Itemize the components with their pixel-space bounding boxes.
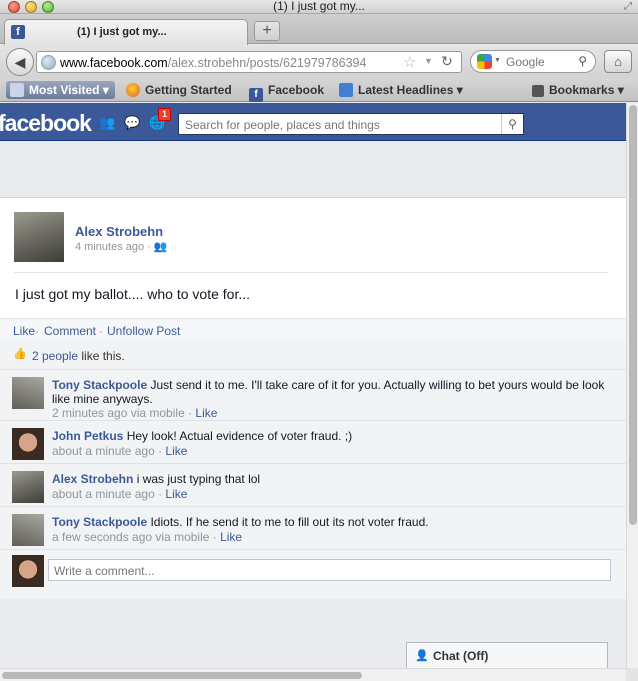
bookmark-getting-started[interactable]: Getting Started [126,81,232,99]
comment-author[interactable]: Tony Stackpoole [52,378,147,392]
friend-requests-icon[interactable]: 👥 [99,115,115,130]
comment-meta: a few seconds ago via mobile · Like [52,530,243,544]
bookmark-most-visited[interactable]: Most Visited ▾ [6,81,115,99]
comment-item: Alex Strobehn i was just typing that lol… [0,465,626,507]
url-path: /alex.strobehn/posts/621979786394 [167,56,367,70]
post-card: Alex Strobehn 4 minutes ago · 👥 I just g… [0,197,626,599]
comment-like-link[interactable]: Like [165,444,187,458]
navigation-bar: ◀ www.facebook.com/alex.strobehn/posts/6… [0,45,638,78]
tab-strip: f (1) I just got my... + [0,14,638,45]
google-icon[interactable] [477,54,492,69]
comment-like-link[interactable]: Like [220,530,242,544]
comment-text: i was just typing that lol [133,472,261,486]
comment-link[interactable]: Comment [44,324,96,338]
comment-author[interactable]: Alex Strobehn [52,472,133,486]
back-button[interactable]: ◀ [6,48,34,76]
facebook-icon: f [249,88,263,102]
url-domain: www.facebook.com [60,56,168,70]
bookmarks-menu[interactable]: Bookmarks ▾ [532,81,624,99]
thumbs-up-icon: 👍 [13,348,27,360]
bookmark-latest-headlines[interactable]: Latest Headlines ▾ [339,81,463,99]
rss-icon [339,83,353,97]
bookmark-facebook[interactable]: f Facebook [249,81,324,102]
bookmarks-toolbar: Most Visited ▾ Getting Started f Facebook… [0,78,638,102]
comment-author[interactable]: Tony Stackpoole [52,515,147,529]
likers-link[interactable]: 2 people [32,349,78,363]
url-bar[interactable]: www.facebook.com/alex.strobehn/posts/621… [36,51,462,73]
current-user-avatar [12,555,44,587]
reload-icon[interactable]: ↻ [441,53,453,70]
search-icon[interactable]: ⚲ [578,54,587,68]
horizontal-scroll-thumb[interactable] [2,672,362,679]
vertical-scrollbar[interactable] [626,103,638,668]
post-divider [14,272,608,273]
friends-audience-icon[interactable]: 👥 [154,241,168,253]
chat-bar[interactable]: 👤 Chat (Off) [406,642,608,668]
facebook-favicon-icon: f [11,25,25,39]
chat-status-icon: 👤 [415,650,429,662]
commenter-avatar[interactable] [12,377,44,409]
comment-body: John Petkus Hey look! Actual evidence of… [52,429,612,443]
comment-body: Alex Strobehn i was just typing that lol [52,472,612,486]
comments-section: 👍 2 people like this. Tony Stackpoole Ju… [0,340,626,599]
url-text[interactable]: www.facebook.com/alex.strobehn/posts/621… [60,56,400,70]
most-visited-icon [10,83,24,97]
window-title: (1) I just got my... [273,0,365,13]
tab-label: (1) I just got my... [77,26,167,38]
comment-text: Hey look! Actual evidence of voter fraud… [123,429,353,443]
bookmark-star-icon[interactable]: ☆ [403,53,416,71]
search-bar[interactable]: ▼ Google ⚲ [470,50,596,73]
window-titlebar: (1) I just got my... ⤢ [0,0,638,14]
commenter-avatar[interactable] [12,471,44,503]
messages-icon[interactable]: 💬 [124,115,140,130]
globe-icon [41,55,56,70]
new-tab-button[interactable]: + [254,21,280,41]
like-link[interactable]: Like [13,324,35,338]
likes-summary: 👍 2 people like this. [0,340,626,370]
comment-body: Tony Stackpoole Idiots. If he send it to… [52,515,612,529]
tab-active[interactable]: f (1) I just got my... [4,19,248,45]
chat-label: Chat (Off) [433,649,489,663]
post-author-name[interactable]: Alex Strobehn [75,224,163,239]
post-message: I just got my ballot.... who to vote for… [15,286,250,302]
bookmarks-icon [532,85,544,97]
comment-meta: 2 minutes ago via mobile · Like [52,406,218,420]
comment-author[interactable]: John Petkus [52,429,123,443]
facebook-search-icon[interactable]: ⚲ [501,114,523,134]
post-timestamp: 4 minutes ago · 👥 [75,241,168,253]
comment-like-link[interactable]: Like [165,487,187,501]
comment-text: Idiots. If he send it to me to fill out … [147,515,429,529]
unfollow-post-link[interactable]: Unfollow Post [107,324,180,338]
commenter-avatar[interactable] [12,428,44,460]
search-engine-placeholder: Google [506,55,545,69]
home-button[interactable]: ⌂ [604,50,632,73]
vertical-scroll-thumb[interactable] [629,105,637,525]
write-comment-input[interactable]: Write a comment... [48,559,611,581]
fullscreen-icon[interactable]: ⤢ [624,1,632,12]
comment-meta: about a minute ago · Like [52,444,188,458]
facebook-logo[interactable]: facebook [0,110,92,137]
search-engine-caret-icon[interactable]: ▼ [494,57,501,64]
facebook-header: facebook 👥 💬 🌐 1 Search for people, plac… [0,103,626,141]
facebook-search-input[interactable]: Search for people, places and things ⚲ [178,113,524,135]
action-separator: · [35,324,39,338]
firefox-icon [126,83,140,97]
likes-text: 2 people like this. [32,349,125,363]
comment-item: John Petkus Hey look! Actual evidence of… [0,422,626,464]
comment-like-link[interactable]: Like [195,406,217,420]
comment-item: Tony Stackpoole Idiots. If he send it to… [0,508,626,550]
horizontal-scrollbar[interactable] [0,668,626,681]
history-dropdown-icon[interactable]: ▼ [424,56,433,66]
write-comment-row: Write a comment... [0,551,626,587]
comment-body: Tony Stackpoole Just send it to me. I'll… [52,378,612,406]
facebook-search-placeholder: Search for people, places and things [185,118,380,132]
commenter-avatar[interactable] [12,514,44,546]
post-actions: Like · Comment · Unfollow Post [0,318,626,340]
action-separator: · [99,324,103,338]
notification-badge: 1 [158,108,172,121]
comment-item: Tony Stackpoole Just send it to me. I'll… [0,371,626,421]
comment-meta: about a minute ago · Like [52,487,188,501]
post-author-avatar[interactable] [14,212,64,262]
resize-corner[interactable] [626,668,638,681]
